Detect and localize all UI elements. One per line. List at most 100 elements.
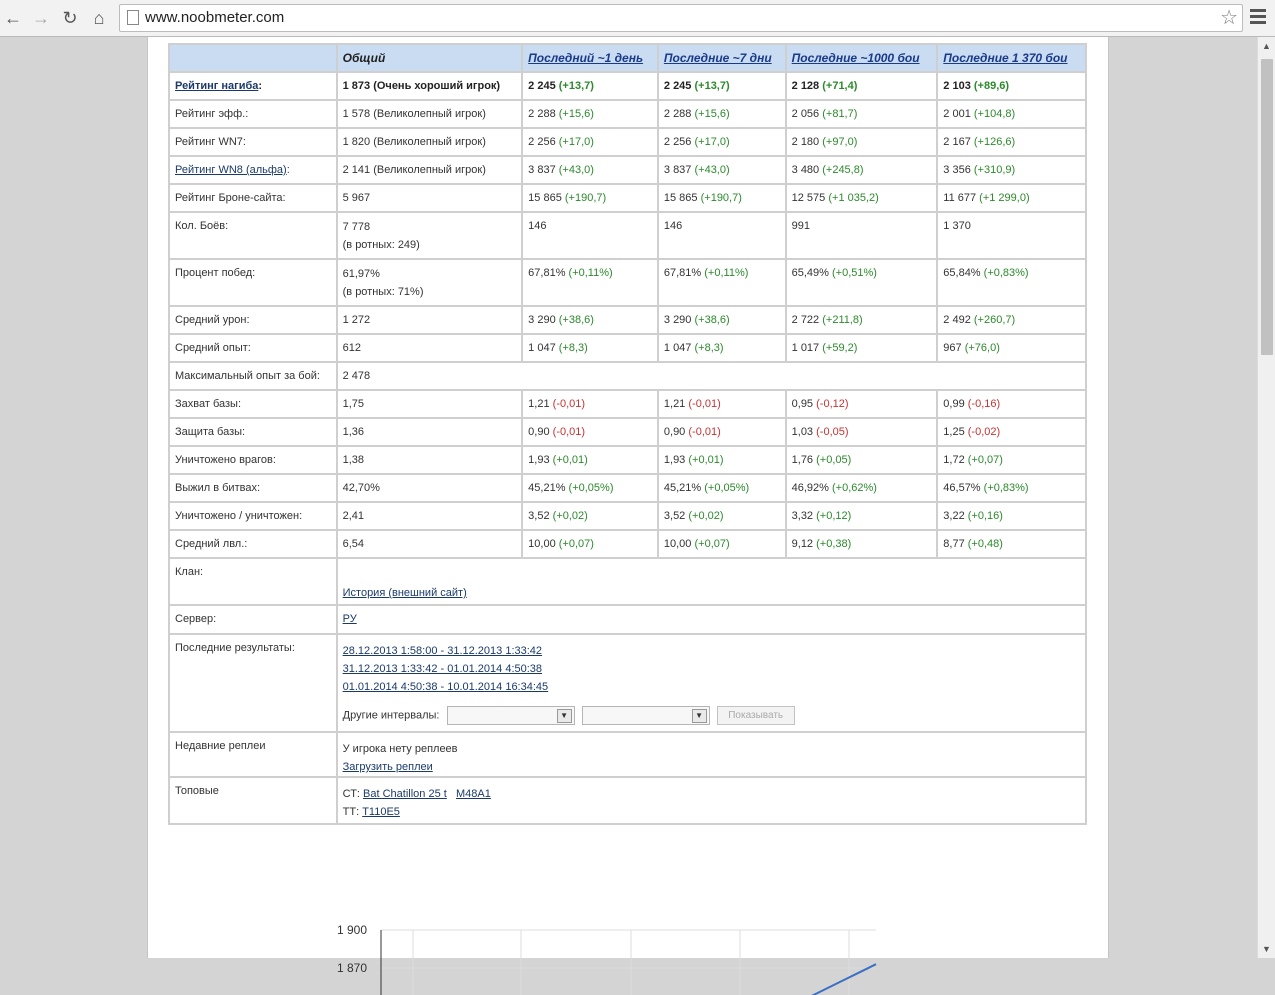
top-tanks-row: Топовые СТ: Bat Chatillon 25 t M48A1 ТТ:…	[168, 776, 1088, 825]
value: 967	[943, 342, 962, 354]
delta: (+71,4)	[822, 80, 858, 92]
row-label-link[interactable]: Рейтинг WN8 (альфа)	[175, 164, 287, 176]
value: 67,81%	[663, 267, 702, 279]
general-value: 7 778 (в ротных: 249)	[335, 211, 524, 260]
vertical-scrollbar[interactable]: ▲ ▼	[1257, 37, 1275, 958]
delta: (+0,11%)	[568, 267, 613, 279]
scrollbar-thumb[interactable]	[1261, 59, 1273, 355]
value: 10,00	[528, 538, 556, 550]
value: 46,57%	[943, 482, 981, 494]
show-button[interactable]: Показывать	[716, 706, 795, 725]
value: 0,90	[663, 426, 686, 438]
period-value: 2 056 (+81,7)	[784, 99, 939, 129]
period-value: 967 (+76,0)	[936, 333, 1087, 363]
table-row: Захват базы: 1,75 1,21 (-0,01) 1,21 (-0,01)…	[168, 389, 1087, 419]
delta: (+0,48)	[967, 538, 1003, 550]
value: 1,76	[791, 454, 814, 466]
tank-link[interactable]: Bat Chatillon 25 t	[363, 788, 447, 800]
table-row: Уничтожено / уничтожен: 2,41 3,52 (+0,02) 3…	[168, 501, 1087, 531]
period-value: 2 128 (+71,4)	[784, 71, 939, 101]
header-1day-link[interactable]: Последний ~1 день	[528, 51, 643, 65]
delta: (-0,12)	[816, 398, 849, 410]
table-row: Рейтинг WN8 (альфа): 2 141 (Великолепный …	[168, 155, 1087, 185]
address-bar[interactable]: www.noobmeter.com ☆	[119, 4, 1243, 32]
interval-start-select[interactable]: ▼	[446, 706, 575, 725]
period-value: 3,22 (+0,16)	[936, 501, 1087, 531]
period-value: 3 290 (+38,6)	[521, 305, 659, 335]
player-stats-table: Общий Последний ~1 день Последние ~7 дни…	[168, 43, 1088, 825]
delta: (+245,8)	[822, 164, 864, 176]
chevron-down-icon: ▼	[556, 709, 572, 723]
header-1000battles[interactable]: Последние ~1000 бои	[784, 43, 939, 73]
period-value: 2 256 (+17,0)	[656, 127, 787, 157]
page-icon	[127, 10, 139, 25]
scroll-down-icon[interactable]: ▼	[1262, 944, 1271, 954]
header-1000battles-link[interactable]: Последние ~1000 бои	[792, 51, 920, 65]
row-label: Средний лвл.:	[168, 529, 338, 559]
header-empty	[168, 43, 338, 73]
clan-history-link[interactable]: История (внешний сайт)	[343, 584, 1080, 602]
value: 11 677	[943, 192, 977, 204]
value: 8,77	[943, 538, 965, 550]
home-icon[interactable]: ⌂	[88, 7, 110, 29]
delta: (+0,02)	[688, 510, 724, 522]
interval-link[interactable]: 31.12.2013 1:33:42 - 01.01.2014 4:50:38	[343, 660, 1080, 678]
header-7days[interactable]: Последние ~7 дни	[656, 43, 787, 73]
value: 2 256	[528, 136, 556, 148]
value: 45,21%	[528, 482, 566, 494]
upload-replays-link[interactable]: Загрузить реплеи	[343, 758, 1080, 776]
period-value: 2 288 (+15,6)	[521, 99, 659, 129]
delta: (+8,3)	[694, 342, 724, 354]
bookmark-star-icon[interactable]: ☆	[1220, 5, 1238, 30]
tank-link[interactable]: T110E5	[362, 806, 400, 818]
general-value: 1,75	[335, 389, 524, 419]
value: 2 722	[791, 314, 820, 326]
interval-link[interactable]: 01.01.2014 4:50:38 - 10.01.2014 16:34:45	[343, 678, 1080, 696]
tank-link[interactable]: M48A1	[456, 788, 491, 800]
table-row: Выжил в битвах: 42,70% 45,21% (+0,05%) 45,2…	[168, 473, 1087, 503]
table-row: Средний опыт: 612 1 047 (+8,3) 1 047 (+8,3)…	[168, 333, 1087, 363]
delta: (+0,07)	[967, 454, 1003, 466]
delta: (+126,6)	[973, 136, 1016, 148]
value: 2 001	[943, 108, 971, 120]
period-value: 15 865 (+190,7)	[521, 183, 659, 213]
delta: (+0,05%)	[568, 482, 614, 494]
value: 2 288	[528, 108, 556, 120]
row-label: Захват базы:	[168, 389, 338, 419]
forward-arrow-icon[interactable]: →	[30, 7, 52, 29]
delta: (+81,7)	[822, 108, 858, 120]
period-value: 8,77 (+0,48)	[936, 529, 1087, 559]
general-value-main: 61,97%	[342, 268, 380, 280]
value: 1,25	[943, 426, 965, 438]
row-label-suffix: :	[286, 164, 290, 176]
value: 15 865	[528, 192, 562, 204]
value: 3 290	[528, 314, 556, 326]
delta: (+0,12)	[816, 510, 852, 522]
row-label: Рейтинг Броне-сайта:	[168, 183, 338, 213]
header-1day[interactable]: Последний ~1 день	[521, 43, 659, 73]
delta: (+43,0)	[558, 164, 594, 176]
general-value: 2 478	[335, 361, 1088, 391]
header-general: Общий	[335, 43, 524, 73]
period-value: 0,90 (-0,01)	[521, 417, 659, 447]
server-link[interactable]: РУ	[343, 613, 357, 625]
menu-icon[interactable]	[1250, 9, 1266, 27]
row-label-link[interactable]: Рейтинг нагиба	[175, 80, 258, 92]
scroll-up-icon[interactable]: ▲	[1262, 41, 1271, 51]
back-arrow-icon[interactable]: ←	[2, 7, 24, 29]
header-1370battles[interactable]: Последние 1 370 бои	[936, 43, 1087, 73]
interval-link[interactable]: 28.12.2013 1:58:00 - 31.12.2013 1:33:42	[343, 642, 1080, 660]
delta: (+1 035,2)	[828, 192, 879, 204]
value: 1,93	[663, 454, 686, 466]
url-text[interactable]: www.noobmeter.com	[145, 9, 284, 26]
period-value: 3 837 (+43,0)	[521, 155, 659, 185]
value: 0,95	[791, 398, 814, 410]
value: 15 865	[663, 192, 698, 204]
reload-icon[interactable]: ↻	[59, 7, 81, 29]
replays-text: У игрока нету реплеев	[342, 743, 458, 755]
row-label: Выжил в битвах:	[168, 473, 338, 503]
y-tick-label: 1 870	[337, 961, 367, 975]
header-7days-link[interactable]: Последние ~7 дни	[664, 51, 772, 65]
header-1370battles-link[interactable]: Последние 1 370 бои	[943, 51, 1067, 65]
interval-end-select[interactable]: ▼	[581, 706, 710, 725]
